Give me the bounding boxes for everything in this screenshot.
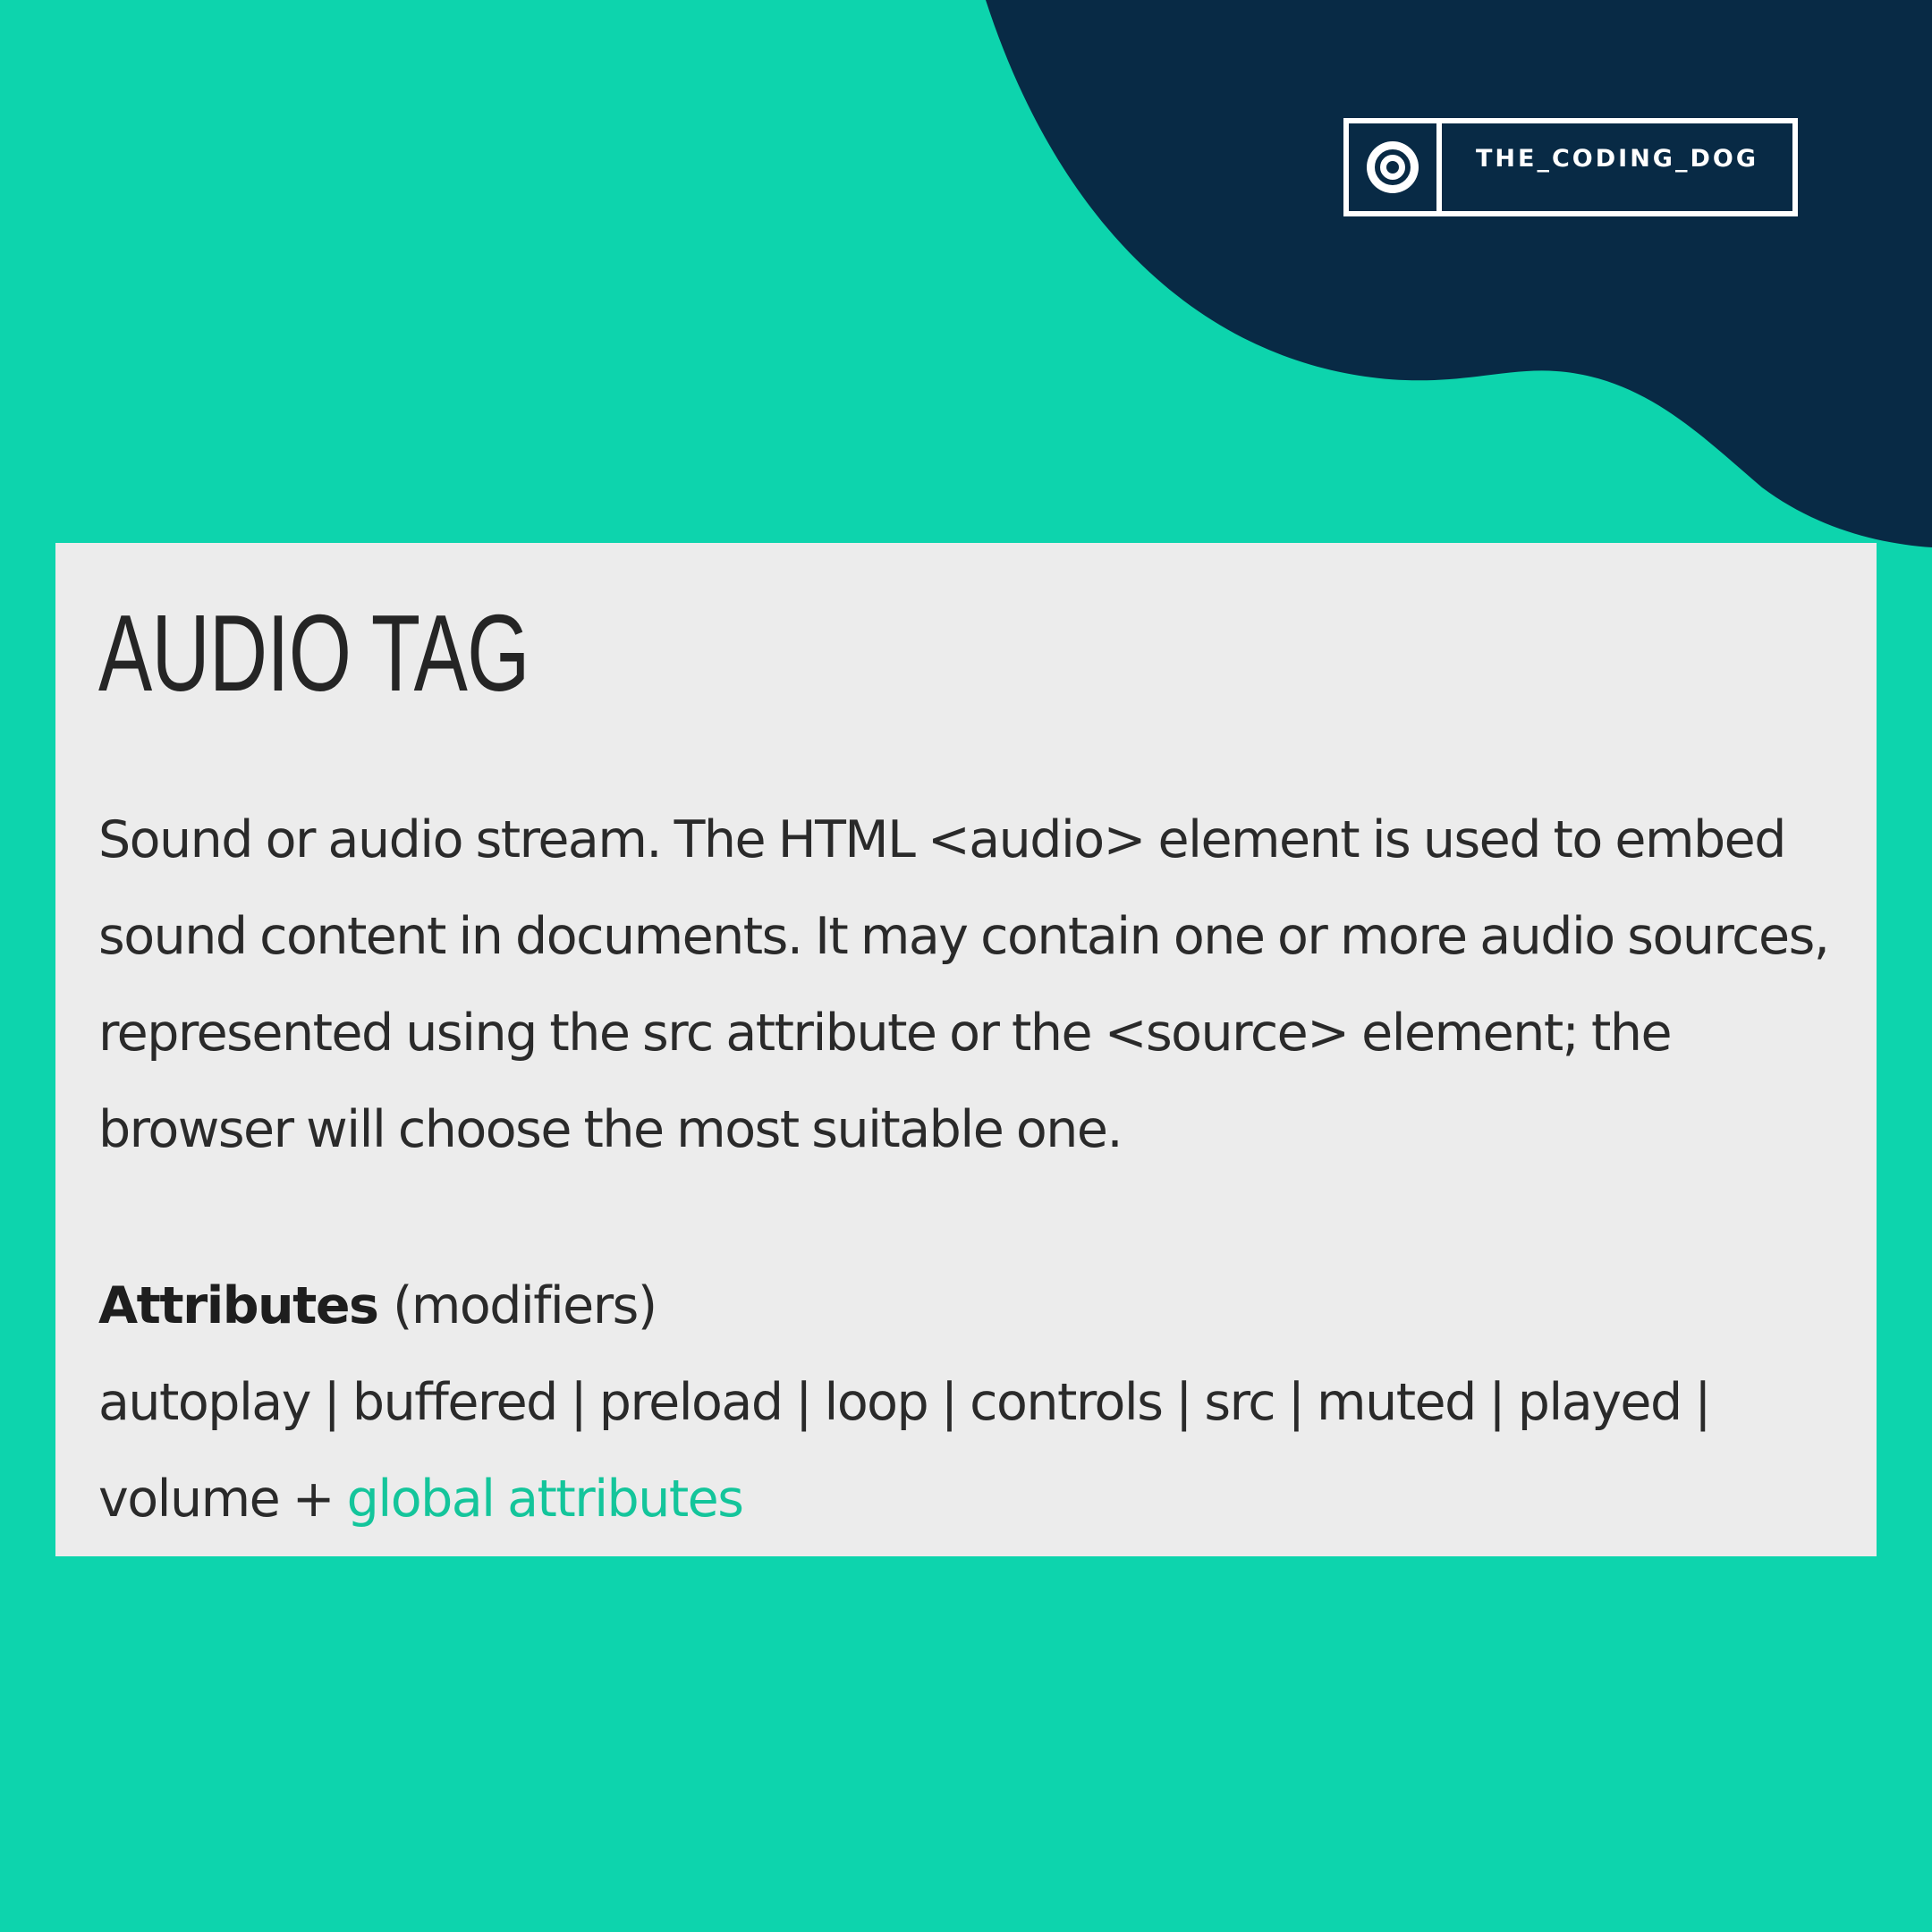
attributes-list-text: autoplay | buffered | preload | loop | c…	[98, 1373, 1712, 1529]
card-title: AUDIO TAG	[98, 592, 530, 714]
attributes-heading: Attributes (modifiers)	[98, 1258, 657, 1354]
target-icon	[1367, 141, 1419, 193]
attributes-heading-bold: Attributes	[98, 1276, 379, 1335]
attributes-list: autoplay | buffered | preload | loop | c…	[98, 1354, 1852, 1547]
info-card: AUDIO TAG Sound or audio stream. The HTM…	[55, 543, 1877, 1556]
attributes-heading-rest: (modifiers)	[377, 1276, 657, 1335]
global-attributes-link[interactable]: global attributes	[347, 1470, 744, 1529]
brand-name: THE_CODING_DOG	[1476, 145, 1758, 173]
brand-logo-box: THE_CODING_DOG	[1343, 118, 1798, 216]
card-description: Sound or audio stream. The HTML <audio> …	[98, 810, 1830, 1159]
brand-icon-cell	[1349, 123, 1442, 211]
